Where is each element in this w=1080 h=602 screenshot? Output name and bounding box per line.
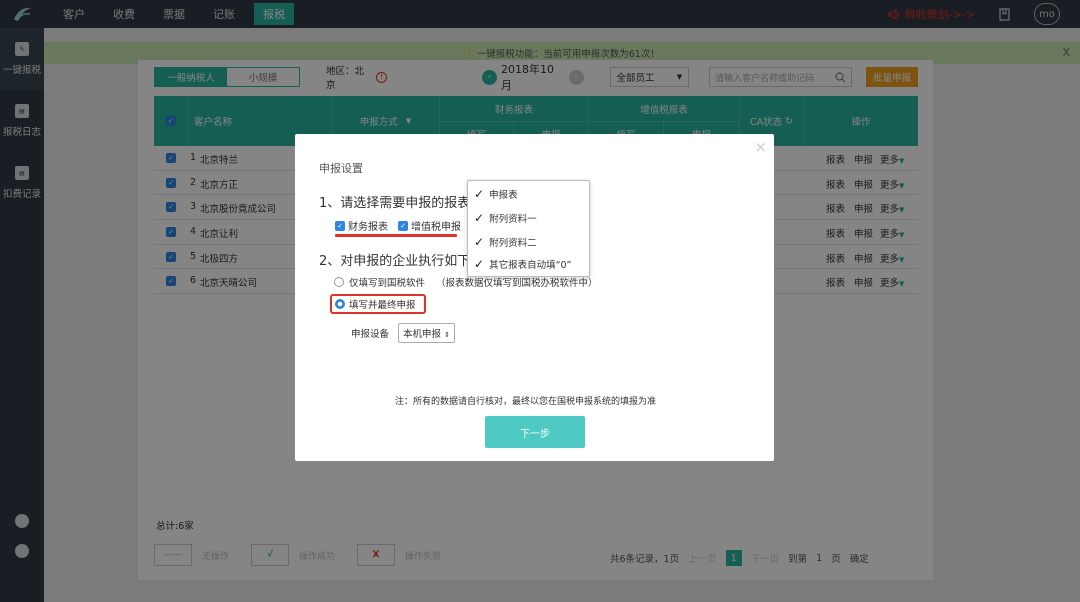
dropdown-item-label: 申报表	[489, 190, 518, 201]
option-vat-label: 增值税申报	[411, 222, 461, 233]
device-row: 申报设备 本机申报 ⇕	[351, 323, 455, 343]
check-icon: ✓	[474, 257, 485, 271]
checkbox-checked-icon: ✓	[398, 220, 408, 231]
option-fill-and-declare-label: 填写并最终申报	[349, 300, 416, 311]
dropdown-item-label: 附列资料二	[489, 238, 537, 249]
question-2: 2、对申报的企业执行如下	[319, 254, 471, 269]
check-icon: ✓	[474, 235, 485, 249]
check-icon: ✓	[474, 211, 485, 225]
check-icon: ✓	[474, 187, 485, 201]
option-fill-only[interactable]: 仅填写到国税软件 （报表数据仅填写到国税办税软件中）	[334, 275, 598, 289]
dropdown-item-autofill-zero[interactable]: ✓ 其它报表自动填“0”	[474, 257, 571, 271]
option-financial-report[interactable]: ✓ 财务报表	[335, 218, 388, 233]
report-options: ✓ 财务报表 ✓ 增值税申报	[335, 218, 461, 233]
dropdown-item-appendix-1[interactable]: ✓ 附列资料一	[474, 211, 537, 225]
report-dropdown: ✓ 申报表 ✓ 附列资料一 ✓ 附列资料二 ✓ 其它报表自动填“0”	[467, 180, 590, 277]
option-vat-declare[interactable]: ✓ 增值税申报	[398, 218, 461, 233]
highlight-underline	[335, 234, 457, 237]
next-step-button[interactable]: 下一步	[485, 416, 585, 448]
checkbox-checked-icon: ✓	[335, 220, 345, 231]
option-fill-only-label: 仅填写到国税软件	[349, 278, 426, 289]
modal-title: 申报设置	[319, 162, 363, 175]
modal-note: 注：所有的数据请自行核对，最终以您在国税申报系统的填报为准	[395, 397, 657, 407]
question-1: 1、请选择需要申报的报表	[319, 196, 471, 211]
dropdown-item-appendix-2[interactable]: ✓ 附列资料二	[474, 235, 537, 249]
option-fill-only-note: （报表数据仅填写到国税办税软件中）	[436, 278, 598, 289]
device-value: 本机申报	[403, 329, 442, 340]
dropdown-item-declare-form[interactable]: ✓ 申报表	[474, 187, 518, 201]
dropdown-item-label: 其它报表自动填“0”	[489, 260, 572, 271]
device-select[interactable]: 本机申报 ⇕	[398, 323, 455, 343]
device-label: 申报设备	[351, 329, 390, 340]
radio-unchecked-icon	[334, 277, 344, 287]
dropdown-item-label: 附列资料一	[489, 214, 537, 225]
option-fill-and-declare[interactable]: 填写并最终申报	[330, 294, 426, 314]
radio-checked-icon	[335, 299, 345, 309]
close-icon[interactable]: ×	[754, 138, 767, 156]
option-financial-label: 财务报表	[348, 222, 388, 233]
updown-icon: ⇕	[444, 331, 450, 339]
